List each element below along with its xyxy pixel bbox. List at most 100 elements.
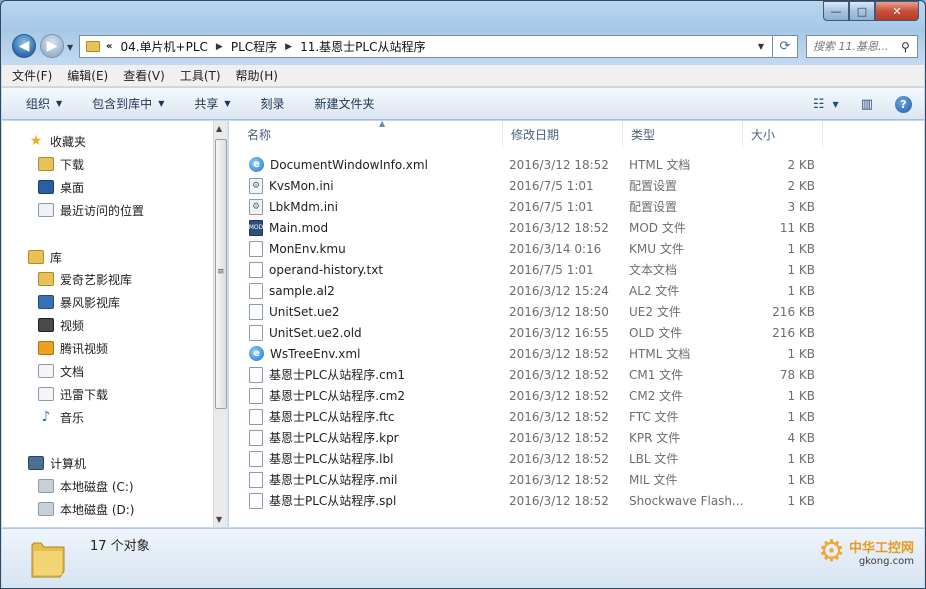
file-name: LbkMdm.ini [269, 199, 338, 214]
breadcrumb-item[interactable]: PLC程序 [231, 38, 277, 55]
search-input[interactable] [813, 40, 901, 53]
new-folder-button[interactable]: 新建文件夹 [315, 95, 375, 112]
nav-item-documents[interactable]: 文档 [38, 360, 84, 382]
file-row[interactable]: 基恩士PLC从站程序.cm2 2016/3/12 18:52 CM2 文件 1 KB [229, 385, 829, 406]
organize-button[interactable]: 组织 ▼ [26, 95, 62, 112]
forward-button[interactable]: ▶ [40, 34, 64, 58]
file-name-cell[interactable]: MonEnv.kmu [249, 238, 346, 259]
menu-file[interactable]: 文件(F) [12, 67, 52, 84]
maximize-button[interactable]: □ [849, 1, 875, 21]
nav-scrollbar[interactable]: ▲ ≡ ▼ [213, 121, 227, 527]
file-name-cell[interactable]: UnitSet.ue2.old [249, 322, 362, 343]
file-row[interactable]: 基恩士PLC从站程序.kpr 2016/3/12 18:52 KPR 文件 4 KB [229, 427, 829, 448]
search-icon[interactable]: ⚲ [901, 40, 910, 54]
nav-item-drive-d[interactable]: 本地磁盘 (D:) [38, 498, 134, 520]
sort-ascending-icon: ▲ [379, 121, 386, 128]
file-row[interactable]: UnitSet.ue2.old 2016/3/12 16:55 OLD 文件 216 … [229, 322, 829, 343]
file-name-cell[interactable]: e DocumentWindowInfo.xml [249, 154, 428, 175]
file-name-cell[interactable]: 基恩士PLC从站程序.cm1 [249, 364, 405, 385]
chevron-right-icon[interactable]: ▶ [285, 42, 292, 52]
column-header-type[interactable]: 类型 [623, 121, 743, 147]
nav-item-videos[interactable]: 视频 [38, 314, 84, 336]
file-name-cell[interactable]: UnitSet.ue2 [249, 301, 340, 322]
file-row[interactable]: e WsTreeEnv.xml 2016/3/12 18:52 HTML 文档 1 KB [229, 343, 829, 364]
file-date: 2016/3/12 18:52 [509, 346, 609, 361]
nav-favorites[interactable]: ★ 收藏夹 [28, 130, 86, 152]
file-row[interactable]: sample.al2 2016/3/12 15:24 AL2 文件 1 KB [229, 280, 829, 301]
file-row[interactable]: MOD Main.mod 2016/3/12 18:52 MOD 文件 11 KB [229, 217, 829, 238]
file-icon [249, 240, 263, 257]
file-row[interactable]: UnitSet.ue2 2016/3/12 18:50 UE2 文件 216 KB [229, 301, 829, 322]
file-name-cell[interactable]: sample.al2 [249, 280, 335, 301]
file-name-cell[interactable]: 基恩士PLC从站程序.spl [249, 490, 396, 511]
file-row[interactable]: e DocumentWindowInfo.xml 2016/3/12 18:52 HT… [229, 154, 829, 175]
nav-item-thunder-downloads[interactable]: 迅雷下载 [38, 383, 108, 405]
back-button[interactable]: ◀ [12, 34, 36, 58]
scroll-up-icon[interactable]: ▲ [216, 124, 222, 133]
file-row[interactable]: 基恩士PLC从站程序.mil 2016/3/12 18:52 MIL 文件 1 KB [229, 469, 829, 490]
menu-edit[interactable]: 编辑(E) [67, 67, 108, 84]
column-header-size[interactable]: 大小 [743, 121, 823, 147]
nav-libraries[interactable]: 库 [28, 246, 62, 268]
file-name-cell[interactable]: 基恩士PLC从站程序.lbl [249, 448, 393, 469]
file-row[interactable]: 基恩士PLC从站程序.lbl 2016/3/12 18:52 LBL 文件 1 KB [229, 448, 829, 469]
menu-help[interactable]: 帮助(H) [236, 67, 278, 84]
folder-icon [38, 272, 54, 286]
file-icon [249, 261, 263, 278]
nav-item-music[interactable]: ♪ 音乐 [38, 406, 84, 428]
close-button[interactable]: ✕ [875, 1, 919, 21]
file-row[interactable]: operand-history.txt 2016/7/5 1:01 文本文档 1 KB [229, 259, 829, 280]
share-button[interactable]: 共享 ▼ [194, 95, 230, 112]
file-name: 基恩士PLC从站程序.cm1 [269, 368, 406, 382]
preview-pane-button[interactable]: ▥ [861, 97, 873, 112]
file-name-cell[interactable]: operand-history.txt [249, 259, 383, 280]
menu-view[interactable]: 查看(V) [123, 67, 165, 84]
breadcrumb-overflow[interactable]: « [106, 41, 112, 52]
file-row[interactable]: ⚙ LbkMdm.ini 2016/7/5 1:01 配置设置 3 KB [229, 196, 829, 217]
file-name: MonEnv.kmu [269, 241, 346, 256]
file-name-cell[interactable]: ⚙ KvsMon.ini [249, 175, 334, 196]
change-view-button[interactable]: ☷ ▼ [813, 97, 839, 112]
file-row[interactable]: 基恩士PLC从站程序.cm1 2016/3/12 18:52 CM1 文件 78 KB [229, 364, 829, 385]
file-row[interactable]: 基恩士PLC从站程序.spl 2016/3/12 18:52 Shockwave F… [229, 490, 829, 511]
nav-item-desktop[interactable]: 桌面 [38, 176, 84, 198]
file-name-cell[interactable]: 基恩士PLC从站程序.ftc [249, 406, 394, 427]
include-in-library-button[interactable]: 包含到库中 ▼ [92, 95, 164, 112]
nav-item-tencent-video[interactable]: 腾讯视频 [38, 337, 108, 359]
nav-item-baofeng[interactable]: 暴风影视库 [38, 291, 120, 313]
nav-item-iqiyi[interactable]: 爱奇艺影视库 [38, 268, 132, 290]
file-name-cell[interactable]: 基恩士PLC从站程序.mil [249, 469, 397, 490]
nav-computer[interactable]: 计算机 [28, 452, 86, 474]
file-type: AL2 文件 [629, 284, 680, 298]
file-icon [249, 366, 263, 383]
nav-item-drive-c[interactable]: 本地磁盘 (C:) [38, 475, 134, 497]
menu-tools[interactable]: 工具(T) [180, 67, 221, 84]
chevron-right-icon[interactable]: ▶ [216, 42, 223, 52]
file-name-cell[interactable]: e WsTreeEnv.xml [249, 343, 360, 364]
burn-button[interactable]: 刻录 [261, 95, 285, 112]
nav-item-downloads[interactable]: 下载 [38, 153, 84, 175]
file-name-cell[interactable]: 基恩士PLC从站程序.cm2 [249, 385, 405, 406]
column-header-name[interactable]: 名称 ▲ [239, 121, 503, 147]
file-type: 文本文档 [629, 263, 678, 277]
file-row[interactable]: 基恩士PLC从站程序.ftc 2016/3/12 18:52 FTC 文件 1 KB [229, 406, 829, 427]
file-type: HTML 文档 [629, 158, 691, 172]
file-name-cell[interactable]: ⚙ LbkMdm.ini [249, 196, 338, 217]
search-box[interactable]: ⚲ [806, 35, 918, 58]
address-bar[interactable]: « 04.单片机+PLC ▶ PLC程序 ▶ 11.基恩士PLC从站程序 ▼ [79, 35, 773, 58]
file-name-cell[interactable]: 基恩士PLC从站程序.kpr [249, 427, 399, 448]
recent-pages-dropdown[interactable]: ▼ [67, 43, 73, 52]
file-name-cell[interactable]: MOD Main.mod [249, 217, 328, 238]
breadcrumb-item[interactable]: 11.基恩士PLC从站程序 [300, 38, 425, 55]
scroll-down-icon[interactable]: ▼ [216, 515, 222, 524]
address-dropdown-icon[interactable]: ▼ [758, 42, 764, 51]
file-row[interactable]: MonEnv.kmu 2016/3/14 0:16 KMU 文件 1 KB [229, 238, 829, 259]
file-type: 配置设置 [629, 200, 678, 214]
nav-item-recent-places[interactable]: 最近访问的位置 [38, 199, 144, 221]
file-row[interactable]: ⚙ KvsMon.ini 2016/7/5 1:01 配置设置 2 KB [229, 175, 829, 196]
help-icon[interactable]: ? [895, 95, 912, 113]
column-header-date[interactable]: 修改日期 [503, 121, 623, 147]
refresh-button[interactable]: ⟳ [773, 35, 798, 58]
minimize-button[interactable]: — [823, 1, 849, 21]
breadcrumb-item[interactable]: 04.单片机+PLC [120, 38, 207, 55]
